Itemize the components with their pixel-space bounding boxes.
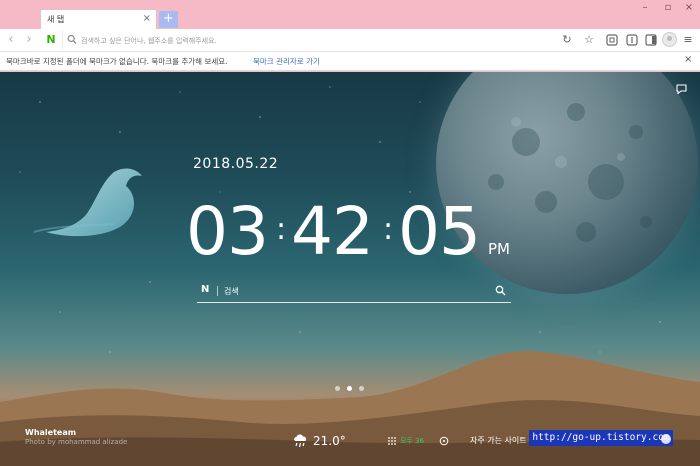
page-dot[interactable]: [359, 386, 364, 391]
page-dot-active[interactable]: [347, 386, 352, 391]
clock-ampm: PM: [488, 240, 510, 258]
apps-count[interactable]: 모두 36: [400, 436, 424, 446]
split-view-icon[interactable]: [644, 33, 658, 47]
clock-separator: :: [276, 212, 287, 247]
menu-icon[interactable]: ≡: [682, 33, 694, 47]
blog-watermark: http://go-up.tistory.com: [529, 430, 673, 446]
profile-avatar[interactable]: [662, 32, 677, 47]
bookmark-bar: 북마크바로 지정된 폴더에 북마크가 없습니다. 북마크를 추가해 보세요. 북…: [0, 52, 700, 71]
bookmark-manager-link[interactable]: 북마크 관리자로 가기: [253, 56, 320, 67]
tab-close-icon[interactable]: ×: [143, 13, 151, 24]
navigation-bar: ‹ › N ↻ ☆ ≡: [0, 29, 700, 52]
search-divider: [217, 286, 218, 296]
apps-grid-icon[interactable]: [387, 436, 397, 446]
refresh-icon[interactable]: ↻: [560, 32, 574, 48]
new-tab-page: 2018.05.22 03 : 42 : 05 PM N Whaleteam P…: [0, 72, 700, 466]
sidebar-icon[interactable]: [605, 33, 619, 47]
tab-title: 새 탭: [47, 15, 65, 24]
chat-bubble-icon[interactable]: [675, 83, 688, 95]
title-bar: 새 탭 × + – ▫ ×: [0, 0, 700, 29]
bookmark-bar-close-icon[interactable]: ×: [684, 54, 692, 65]
bookmark-star-icon[interactable]: ☆: [582, 32, 596, 48]
tab-new-tab[interactable]: 새 탭 ×: [40, 9, 157, 29]
new-tab-button[interactable]: +: [159, 11, 178, 28]
bookmark-empty-message: 북마크바로 지정된 폴더에 북마크가 없습니다. 북마크를 추가해 보세요.: [6, 57, 228, 66]
page-dot[interactable]: [335, 386, 340, 391]
date-display: 2018.05.22: [193, 156, 279, 172]
search-icon[interactable]: [495, 285, 506, 296]
photo-credit-author: Photo by mohammad alizade: [25, 438, 128, 446]
naver-search-box: N: [197, 281, 511, 303]
window-close-icon[interactable]: ×: [682, 2, 696, 14]
clock-minutes: 42: [291, 193, 374, 270]
whale-logo-icon: [33, 168, 142, 237]
settings-toggle-icon[interactable]: [661, 434, 671, 444]
frequent-sites-button[interactable]: 자주 가는 사이트: [470, 435, 527, 446]
mountain-landscape: [0, 351, 700, 466]
address-input[interactable]: [81, 33, 551, 48]
photo-credit-title: Whaleteam: [25, 428, 77, 437]
clock-hours: 03: [186, 193, 269, 270]
minimize-icon[interactable]: –: [638, 2, 652, 14]
reader-icon[interactable]: [625, 33, 639, 47]
clock-separator: :: [383, 212, 394, 247]
clock-seconds: 05: [398, 193, 481, 270]
naver-search-brand-icon[interactable]: N: [201, 284, 209, 295]
maximize-icon[interactable]: ▫: [661, 2, 675, 14]
back-icon[interactable]: ‹: [3, 32, 19, 48]
compass-icon[interactable]: [439, 436, 449, 446]
search-icon: [67, 34, 77, 45]
search-input[interactable]: [224, 284, 484, 299]
address-bar: ↻ ☆: [62, 31, 599, 50]
naver-logo-icon[interactable]: N: [44, 33, 58, 47]
rain-cloud-icon: [294, 434, 307, 448]
temperature: 21.0°: [313, 434, 346, 448]
forward-icon[interactable]: ›: [21, 32, 37, 48]
page-indicator: [335, 386, 367, 392]
